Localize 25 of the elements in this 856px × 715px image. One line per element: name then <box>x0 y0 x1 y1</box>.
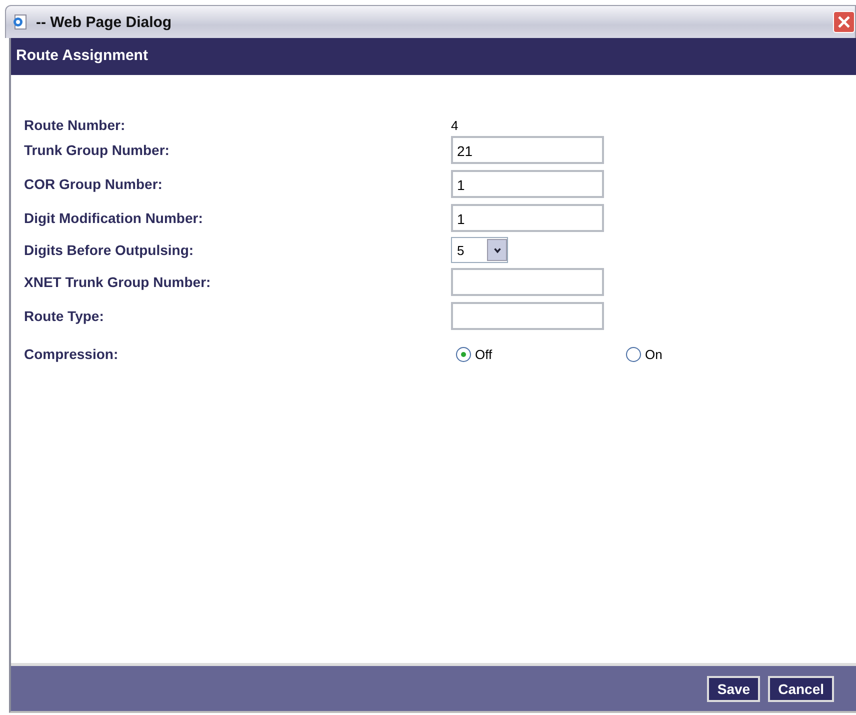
window-title: -- Web Page Dialog <box>36 14 172 30</box>
field-label: COR Group Number: <box>24 176 164 192</box>
field-label: Compression: <box>24 346 120 362</box>
field-label: Digit Modification Number: <box>24 210 204 226</box>
input-field[interactable]: 21 <box>451 136 604 164</box>
browser-page-icon <box>12 14 28 30</box>
field-label: Trunk Group Number: <box>24 142 170 158</box>
input-field[interactable]: 1 <box>451 204 604 232</box>
field-value: 4 <box>451 118 458 132</box>
close-button[interactable] <box>833 11 855 33</box>
input-field[interactable] <box>451 302 604 330</box>
field-label: XNET Trunk Group Number: <box>24 274 212 290</box>
field-label: Route Type: <box>24 308 105 324</box>
dropdown[interactable]: 5 <box>451 237 508 263</box>
save-button[interactable]: Save <box>707 676 760 702</box>
input-field[interactable] <box>451 268 604 296</box>
radio-option[interactable]: On <box>626 346 796 362</box>
field-label: Route Number: <box>24 117 126 133</box>
input-field[interactable]: 1 <box>451 170 604 198</box>
cancel-button[interactable]: Cancel <box>768 676 834 702</box>
field-label: Digits Before Outpulsing: <box>24 242 195 258</box>
close-icon <box>837 15 851 29</box>
radio-option[interactable]: Off <box>456 346 626 362</box>
caret-icon <box>492 246 502 254</box>
section-header: Route Assignment <box>11 38 856 75</box>
